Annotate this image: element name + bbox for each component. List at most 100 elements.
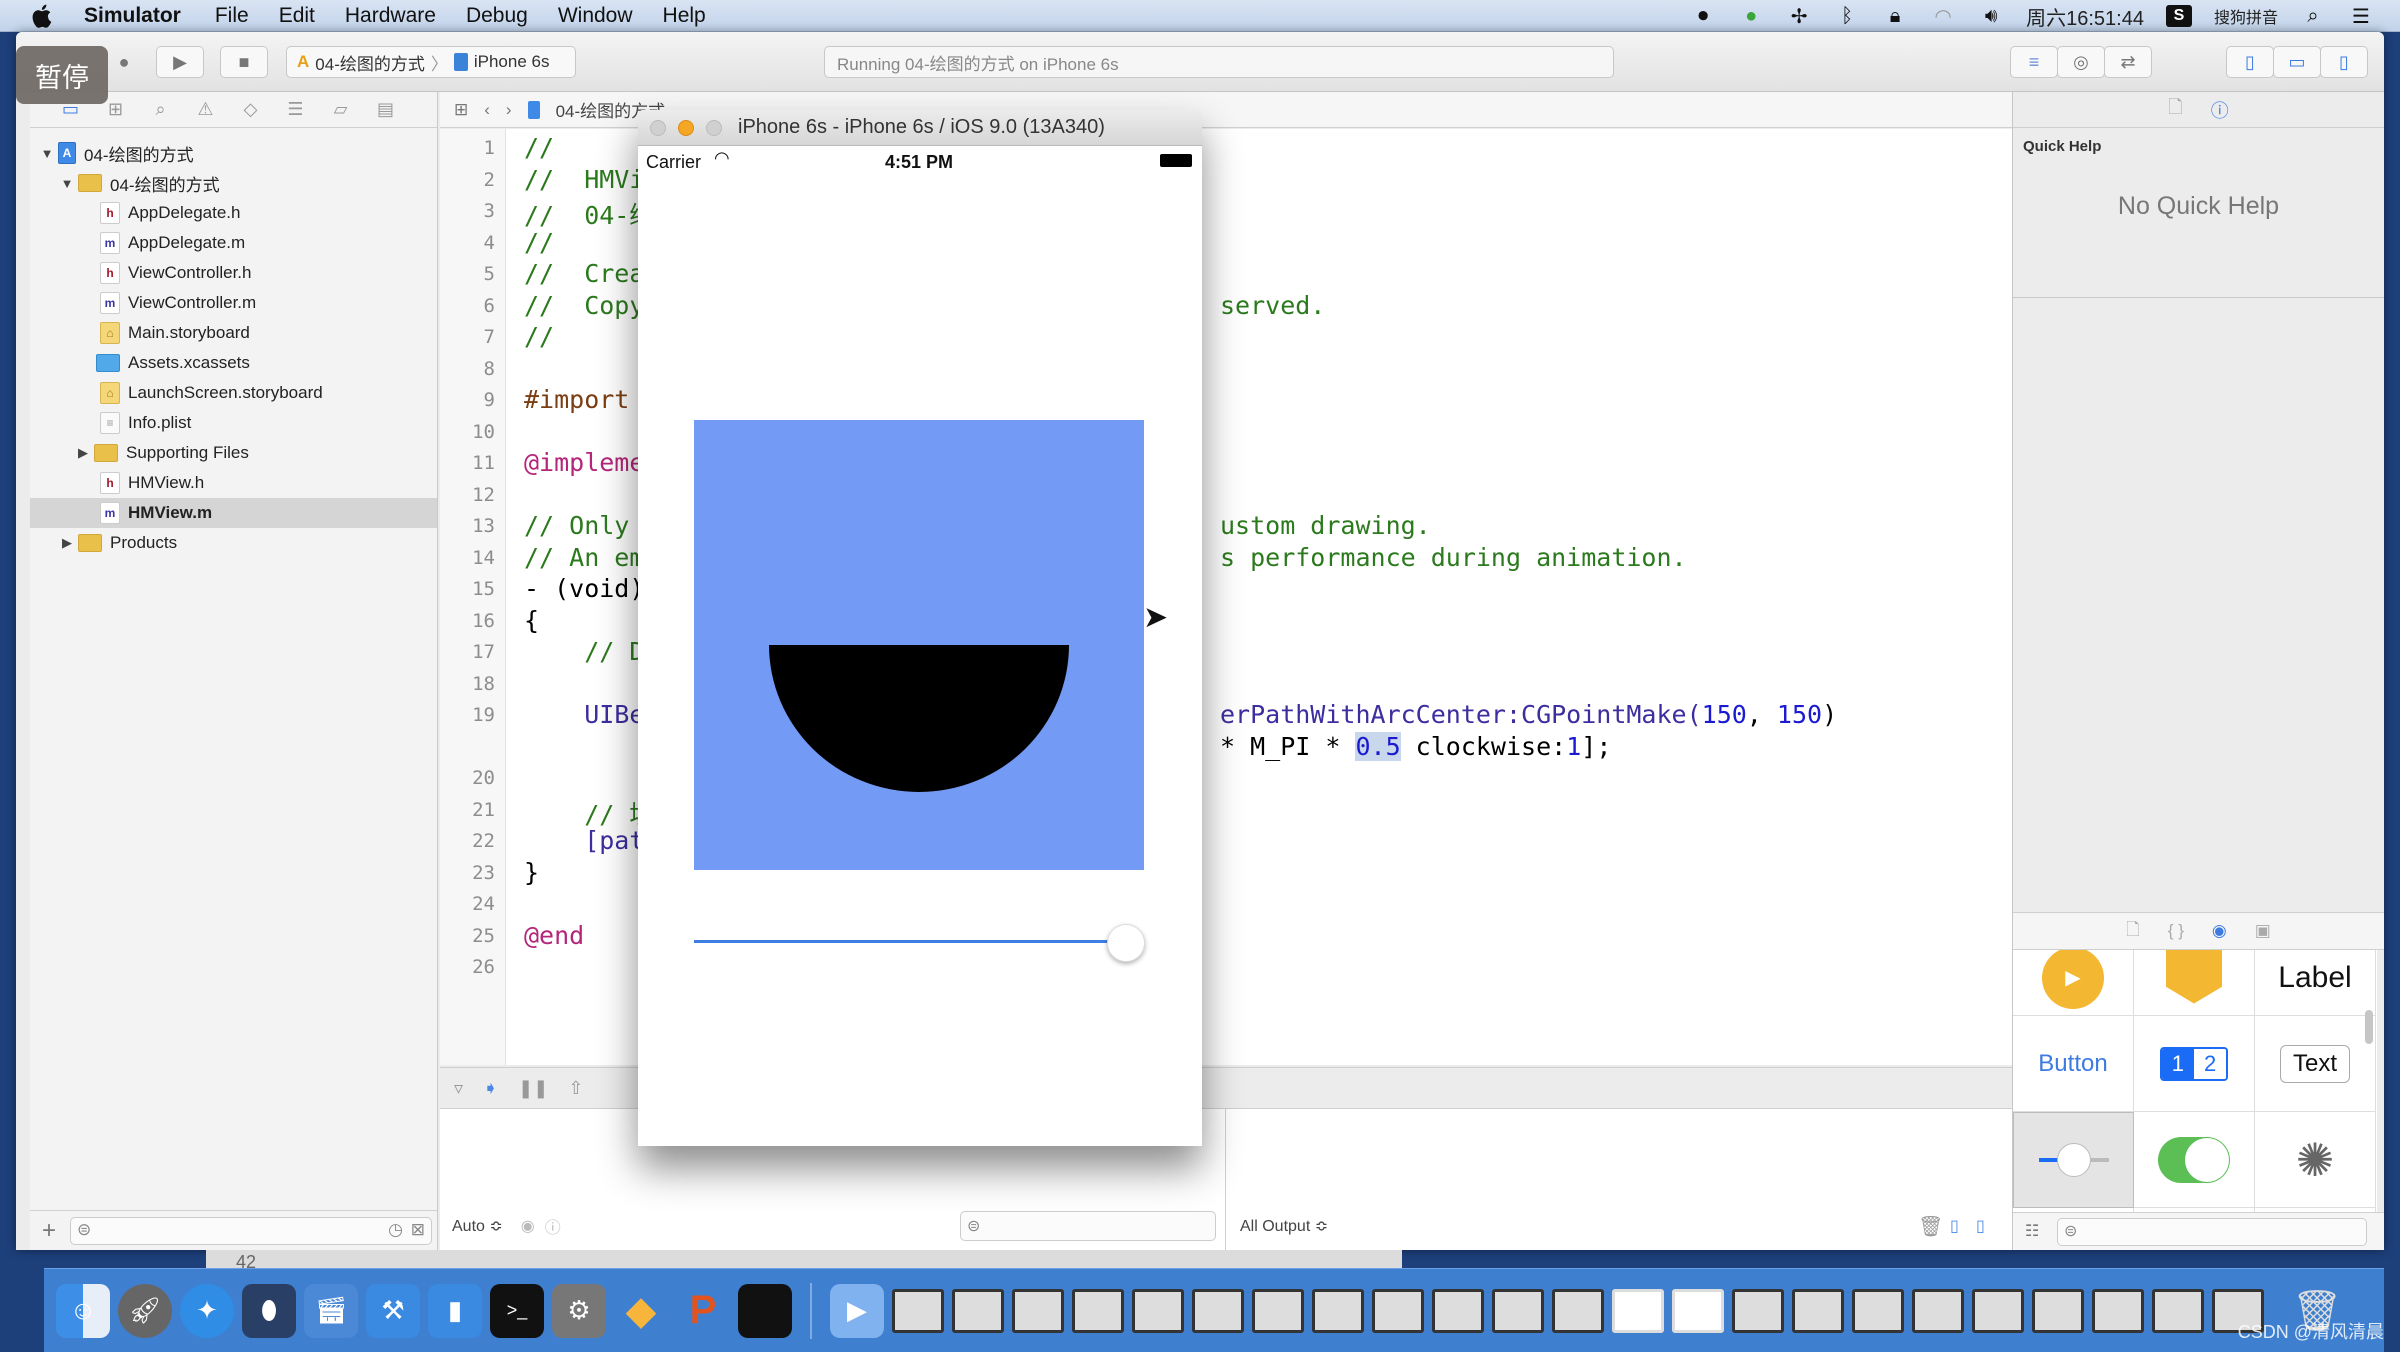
slider-track-min[interactable] — [694, 940, 1126, 943]
dock-minimized-window[interactable] — [1012, 1288, 1064, 1333]
tree-item-file[interactable]: ≡ Info.plist — [30, 408, 437, 438]
apple-menu-icon[interactable] — [30, 3, 56, 29]
library-item-text-field[interactable]: Text — [2255, 1016, 2376, 1112]
library-item-activity-indicator[interactable]: ✺ — [2255, 1112, 2376, 1208]
hide-debug-area-icon[interactable]: ▿ — [454, 1078, 463, 1099]
file-template-library-tab[interactable]: 🗋︎ — [2126, 917, 2140, 946]
dock-imovie-icon[interactable]: 🎬︎ — [304, 1283, 358, 1338]
forward-button[interactable]: › — [506, 100, 512, 120]
show-variables-view-icon[interactable]: ▯ — [1950, 1216, 1959, 1236]
related-items-icon[interactable]: ⊞ — [454, 100, 468, 120]
toggle-debug-area-button[interactable]: ▭ — [2273, 46, 2321, 78]
dock-powerpoint-icon[interactable]: P — [676, 1284, 730, 1338]
dock-finder-icon[interactable]: ☺ — [56, 1283, 110, 1338]
debug-navigator-tab[interactable]: ☰ — [273, 96, 318, 124]
dock-minimized-window[interactable] — [1612, 1288, 1664, 1333]
dock-media-icon[interactable]: ▶ — [830, 1283, 884, 1338]
dock-minimized-window[interactable] — [1372, 1288, 1424, 1333]
dock-mouse-app-icon[interactable]: ⬮ — [242, 1283, 296, 1338]
code-line-continuation[interactable]: erPathWithArcCenter:CGPointMake(150, 150… — [1220, 700, 1837, 729]
dock-minimized-window[interactable] — [1072, 1288, 1124, 1333]
dock-system-preferences-icon[interactable]: ⚙ — [552, 1283, 606, 1338]
dock-simulator-icon[interactable]: ▮ — [428, 1283, 482, 1338]
recent-files-icon[interactable]: ◷ — [388, 1220, 403, 1240]
media-player-icon[interactable]: ● — [1738, 5, 1764, 27]
spotlight-search-icon[interactable]: ⌕ — [2300, 5, 2326, 27]
record-button[interactable]: ● — [112, 46, 136, 78]
menu-file[interactable]: File — [215, 4, 249, 28]
clock[interactable]: 周六16:51:44 — [2026, 2, 2144, 31]
tree-item-file[interactable]: Assets.xcassets — [30, 348, 437, 378]
dock-minimized-window[interactable] — [1852, 1288, 1904, 1333]
code-line[interactable]: @end — [524, 921, 584, 950]
add-file-icon[interactable]: + — [42, 1217, 56, 1245]
library-item-button[interactable]: Button — [2013, 1016, 2134, 1112]
dock-minimized-window[interactable] — [1552, 1288, 1604, 1333]
library-item-label[interactable]: Label — [2255, 950, 2376, 1016]
variables-filter-input[interactable]: ⊜ — [960, 1211, 1216, 1241]
dock-minimized-window[interactable] — [1252, 1288, 1304, 1333]
step-over-icon[interactable]: ⇧ — [568, 1078, 583, 1099]
dock-minimized-window[interactable] — [892, 1288, 944, 1333]
code-line-continuation[interactable]: ustom drawing. — [1220, 511, 1431, 540]
quick-help-tab[interactable]: ⓘ — [2211, 97, 2229, 123]
dock-minimized-window[interactable] — [2092, 1288, 2144, 1333]
tree-item-file[interactable]: m AppDelegate.m — [30, 228, 437, 258]
scheme-selector[interactable]: A 04-绘图的方式 〉 iPhone 6s — [286, 46, 576, 78]
network-icon[interactable]: ✢ — [1786, 5, 1812, 28]
tree-item-file[interactable]: h ViewController.h — [30, 258, 437, 288]
wifi-icon[interactable]: ◠ — [1930, 5, 1956, 28]
test-navigator-tab[interactable]: ◇ — [228, 96, 273, 124]
run-button[interactable]: ▶ — [156, 46, 204, 78]
menu-help[interactable]: Help — [663, 4, 706, 28]
dock-minimized-window[interactable] — [1132, 1288, 1184, 1333]
dock-minimized-window[interactable] — [1792, 1288, 1844, 1333]
tree-item-file[interactable]: ⌂ LaunchScreen.storyboard — [30, 378, 437, 408]
disclosure-expanded-icon[interactable]: ▼ — [60, 176, 74, 191]
disclosure-expanded-icon[interactable]: ▼ — [40, 146, 54, 161]
dock-xcode-icon[interactable]: ⚒ — [366, 1283, 420, 1338]
console-scope-select[interactable]: All Output ≎ — [1240, 1216, 1328, 1236]
navigator-filter-input[interactable]: ⊜ ◷ ⊠ — [70, 1217, 432, 1245]
menu-edit[interactable]: Edit — [279, 4, 315, 28]
standard-editor-button[interactable]: ≡ — [2010, 46, 2058, 78]
pause-continue-icon[interactable]: ❚❚ — [518, 1078, 548, 1099]
menu-debug[interactable]: Debug — [466, 4, 528, 28]
dock-terminal-icon[interactable]: >_ — [490, 1283, 544, 1338]
dock-sketch-icon[interactable]: ◆ — [614, 1284, 668, 1338]
dock-minimized-window[interactable] — [1492, 1288, 1544, 1333]
disclosure-collapsed-icon[interactable]: ▶ — [76, 445, 90, 461]
variables-scope-select[interactable]: Auto ≎ — [452, 1216, 503, 1236]
dock-launchpad-icon[interactable]: 🚀︎ — [118, 1283, 172, 1338]
report-navigator-tab[interactable]: ▤ — [363, 96, 408, 124]
menu-window[interactable]: Window — [558, 4, 633, 28]
dock-minimized-window[interactable] — [1192, 1288, 1244, 1333]
library-item-segmented-control[interactable]: 1 2 — [2134, 1016, 2255, 1112]
input-method-label[interactable]: 搜狗拼音 — [2214, 4, 2278, 28]
dock-minimized-window[interactable] — [1732, 1288, 1784, 1333]
volume-icon[interactable]: 🔊︎ — [1978, 5, 2004, 27]
object-library-tab[interactable]: ◉ — [2212, 921, 2227, 941]
find-navigator-tab[interactable]: ⌕ — [138, 96, 183, 124]
tree-item-file[interactable]: h HMView.h — [30, 468, 437, 498]
quick-look-icon[interactable]: ◉ — [521, 1216, 535, 1236]
tree-item-group[interactable]: ▶ Products — [30, 528, 437, 558]
tree-item-file[interactable]: m ViewController.m — [30, 288, 437, 318]
dock-minimized-window[interactable] — [2032, 1288, 2084, 1333]
sogou-input-icon[interactable]: S — [2165, 5, 2192, 27]
tree-item-project[interactable]: ▼ A 04-绘图的方式 — [30, 138, 437, 168]
tree-item-file[interactable]: ⌂ Main.storyboard — [30, 318, 437, 348]
breakpoints-toggle-icon[interactable]: ➧ — [483, 1078, 498, 1099]
dock-safari-icon[interactable]: ✦ — [180, 1283, 234, 1338]
screen-record-icon[interactable]: ⏺ — [1690, 5, 1716, 27]
library-item-media[interactable]: ▶ — [2013, 950, 2134, 1016]
pause-overlay-button[interactable]: 暂停 — [16, 46, 108, 104]
back-button[interactable]: ‹ — [484, 100, 490, 120]
menu-simulator[interactable]: Simulator — [84, 4, 181, 28]
dock-minimized-window[interactable] — [1672, 1288, 1724, 1333]
menu-hardware[interactable]: Hardware — [345, 4, 436, 28]
code-line[interactable]: // — [524, 133, 554, 162]
minimize-button[interactable] — [678, 119, 694, 136]
bluetooth-icon[interactable]: ᛒ — [1834, 5, 1860, 27]
show-console-view-icon[interactable]: ▯ — [1976, 1216, 1985, 1236]
